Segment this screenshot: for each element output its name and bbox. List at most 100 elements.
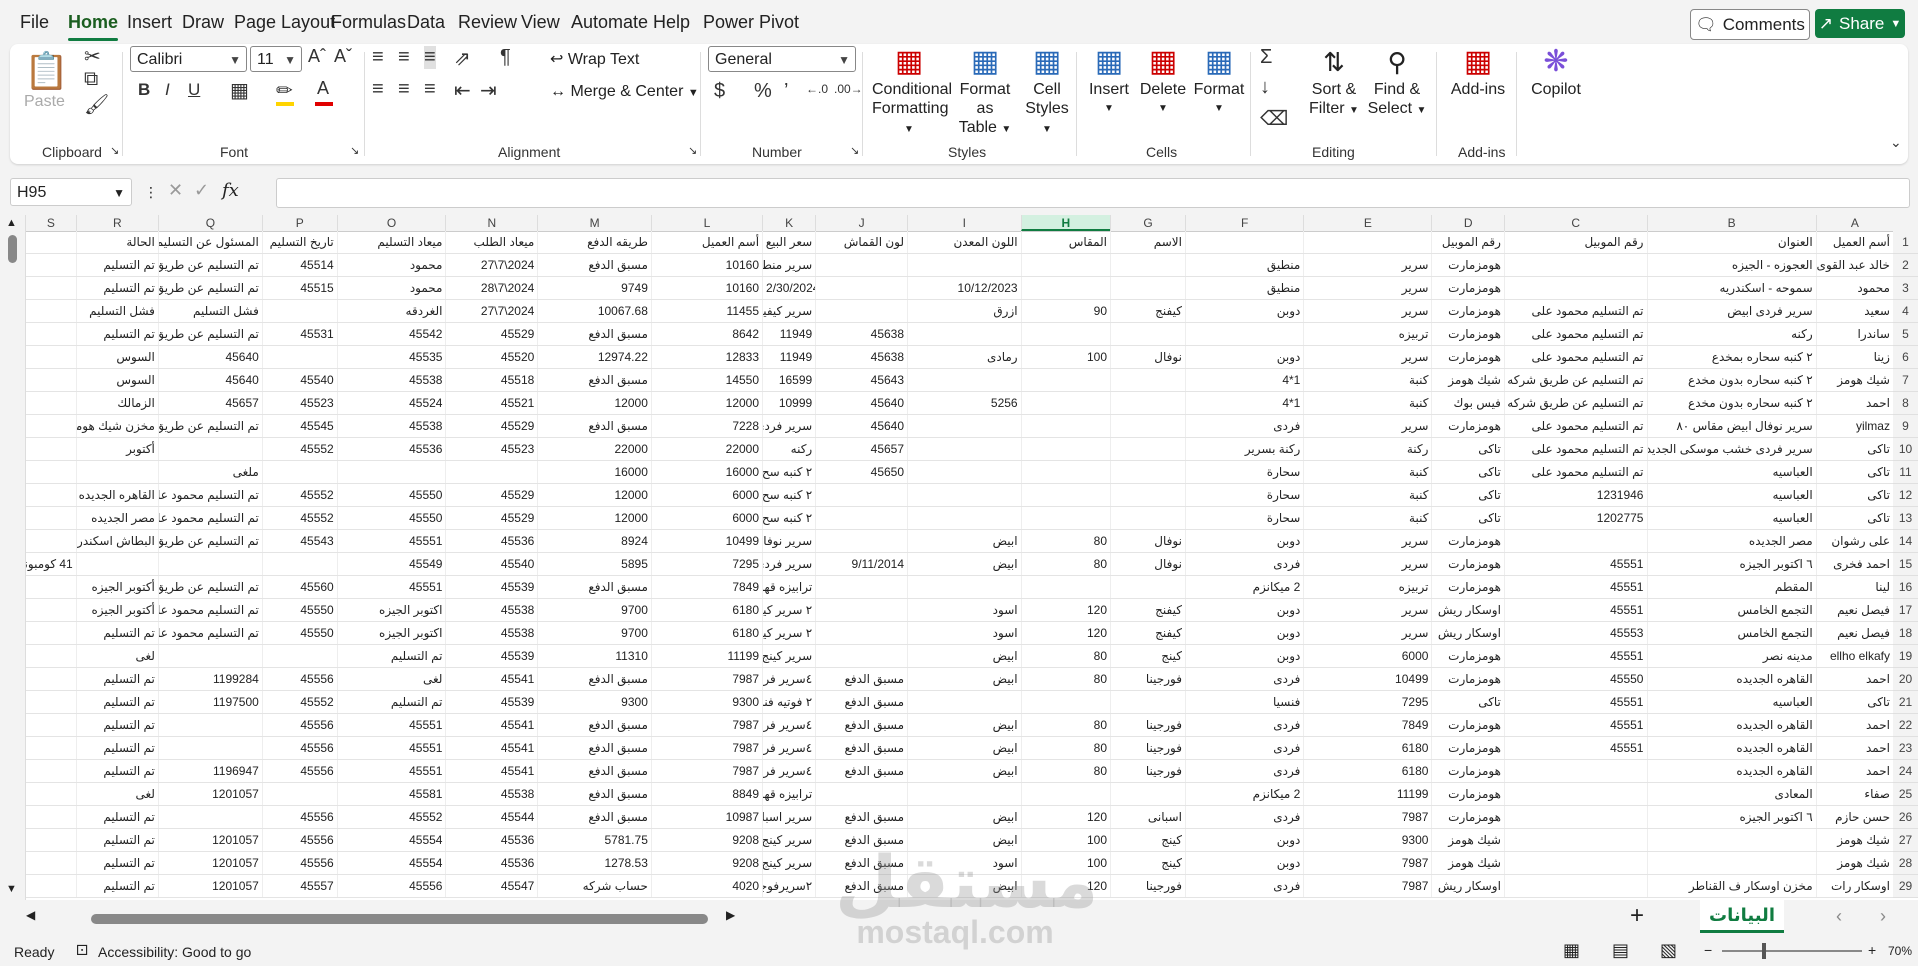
cell-s25[interactable]: [25, 783, 76, 805]
cell-f7[interactable]: 4*1: [1184, 369, 1303, 391]
format-cells-button[interactable]: ▦ Format ▼: [1192, 44, 1246, 118]
cell-p3[interactable]: 45515: [261, 277, 337, 299]
cell-n17[interactable]: 45538: [445, 599, 537, 621]
cell-s3[interactable]: [25, 277, 76, 299]
cell-s22[interactable]: [25, 714, 76, 736]
cell-o29[interactable]: 45556: [336, 875, 446, 897]
cell-k24[interactable]: ٤سرير فردى: [762, 760, 815, 782]
row-header-18[interactable]: 18: [1893, 622, 1918, 645]
cell-l13[interactable]: 6000: [650, 507, 762, 529]
cell-d6[interactable]: هومزمارت: [1431, 346, 1503, 368]
cell-m24[interactable]: مسبق الدفع: [537, 760, 651, 782]
cell-j25[interactable]: [815, 783, 907, 805]
menu-draw[interactable]: Draw: [182, 12, 224, 33]
cell-j14[interactable]: [815, 530, 907, 552]
cell-s19[interactable]: [25, 645, 76, 667]
cell-h16[interactable]: [1020, 576, 1110, 598]
cell-e16[interactable]: تربيزه: [1303, 576, 1431, 598]
cell-c7[interactable]: تم التسليم عن طريق شركه شحن: [1503, 369, 1647, 391]
cell-r13[interactable]: مصر الجديده: [75, 507, 158, 529]
menu-page-layout[interactable]: Page Layout: [234, 12, 335, 33]
cell-f20[interactable]: فردى: [1184, 668, 1303, 690]
cell-a1[interactable]: أسم العميل: [1815, 231, 1893, 253]
cell-e3[interactable]: سرير: [1303, 277, 1431, 299]
cell-e10[interactable]: ركنة: [1303, 438, 1431, 460]
cell-o14[interactable]: 45551: [336, 530, 446, 552]
accessibility-status[interactable]: Accessibility: Good to go: [98, 944, 251, 960]
autosum-icon[interactable]: Σ: [1260, 46, 1272, 69]
cell-g14[interactable]: نوفال: [1110, 530, 1185, 552]
font-size-combo[interactable]: 11 ▼: [250, 46, 302, 72]
cell-k18[interactable]: ٢ سرير كيفة: [762, 622, 815, 644]
underline-icon[interactable]: U: [188, 80, 200, 100]
cell-f5[interactable]: [1184, 323, 1303, 345]
cell-o11[interactable]: [336, 461, 446, 483]
cell-f4[interactable]: دوبن: [1184, 300, 1303, 322]
cell-a27[interactable]: شيك هومز: [1815, 829, 1893, 851]
cell-e28[interactable]: 7987: [1303, 852, 1431, 874]
cell-k4[interactable]: سرير كيفينج: [762, 300, 815, 322]
increase-indent-icon[interactable]: ⇥: [480, 78, 497, 103]
cell-a19[interactable]: ellho elkafy: [1815, 645, 1893, 667]
cell-n25[interactable]: 45538: [445, 783, 537, 805]
cell-g3[interactable]: [1110, 277, 1185, 299]
cell-a26[interactable]: حسن حازم: [1815, 806, 1893, 828]
row-header-12[interactable]: 12: [1893, 484, 1918, 507]
cell-o7[interactable]: 45538: [336, 369, 446, 391]
cell-b19[interactable]: مدينه نصر: [1646, 645, 1816, 667]
cell-c9[interactable]: تم التسليم محمود على: [1503, 415, 1647, 437]
cell-i19[interactable]: ابيض: [907, 645, 1021, 667]
cell-p29[interactable]: 45557: [261, 875, 337, 897]
cell-i25[interactable]: [907, 783, 1021, 805]
align-center-icon[interactable]: ≡: [398, 78, 410, 101]
row-header-5[interactable]: 5: [1893, 323, 1918, 346]
cell-n22[interactable]: 45541: [445, 714, 537, 736]
cell-b26[interactable]: ٦ اكتوبر الجيزه: [1646, 806, 1816, 828]
cell-q15[interactable]: [157, 553, 262, 575]
cell-h7[interactable]: [1020, 369, 1110, 391]
cell-q10[interactable]: [157, 438, 262, 460]
cell-q13[interactable]: تم التسليم محمود على: [157, 507, 262, 529]
increase-font-icon[interactable]: Aˆ: [308, 46, 326, 67]
cell-p27[interactable]: 45556: [261, 829, 337, 851]
cell-c27[interactable]: [1503, 829, 1647, 851]
copilot-button[interactable]: ❋ Copilot: [1524, 44, 1588, 99]
cell-n8[interactable]: 45521: [445, 392, 537, 414]
cell-e18[interactable]: سرير: [1303, 622, 1431, 644]
cell-m10[interactable]: 22000: [537, 438, 651, 460]
cell-i1[interactable]: اللون المعدن: [907, 231, 1021, 253]
cell-r11[interactable]: [75, 461, 158, 483]
cell-l21[interactable]: 9300: [650, 691, 762, 713]
cell-b17[interactable]: التجمع الخامس: [1646, 599, 1816, 621]
cell-a11[interactable]: تاكى: [1815, 461, 1893, 483]
cell-p16[interactable]: 45560: [261, 576, 337, 598]
cell-h8[interactable]: [1020, 392, 1110, 414]
cell-c22[interactable]: 45551: [1503, 714, 1647, 736]
cell-i23[interactable]: ابيض: [907, 737, 1021, 759]
cell-d23[interactable]: هومزمارت: [1431, 737, 1503, 759]
cell-s21[interactable]: [25, 691, 76, 713]
sheet-tab-data[interactable]: البيانات: [1700, 900, 1784, 933]
cell-k12[interactable]: ٢ كنبه سح: [762, 484, 815, 506]
cell-b20[interactable]: القاهره الجديده: [1646, 668, 1816, 690]
paste-button[interactable]: 📋 Paste: [24, 50, 69, 111]
cell-l28[interactable]: 9208: [650, 852, 762, 874]
conditional-formatting-button[interactable]: ▦ Conditional Formatting ▼: [872, 44, 952, 139]
share-button[interactable]: ↗ Share ▼: [1815, 9, 1905, 38]
decrease-font-icon[interactable]: Aˇ: [334, 46, 352, 67]
formula-input[interactable]: [276, 178, 1910, 208]
cell-q22[interactable]: [157, 714, 262, 736]
dialog-launcher-icon[interactable]: ↘: [850, 144, 859, 157]
cell-p18[interactable]: 45550: [261, 622, 337, 644]
cell-i22[interactable]: ابيض: [907, 714, 1021, 736]
row-header-6[interactable]: 6: [1893, 346, 1918, 369]
cell-f8[interactable]: 4*1: [1184, 392, 1303, 414]
dialog-launcher-icon[interactable]: ↘: [110, 144, 119, 157]
cell-i11[interactable]: [907, 461, 1021, 483]
cell-r5[interactable]: تم التسليم: [75, 323, 158, 345]
cell-n10[interactable]: 45523: [445, 438, 537, 460]
cell-i10[interactable]: [907, 438, 1021, 460]
cell-n7[interactable]: 45518: [445, 369, 537, 391]
cell-j18[interactable]: [815, 622, 907, 644]
cell-f13[interactable]: سحارة: [1184, 507, 1303, 529]
